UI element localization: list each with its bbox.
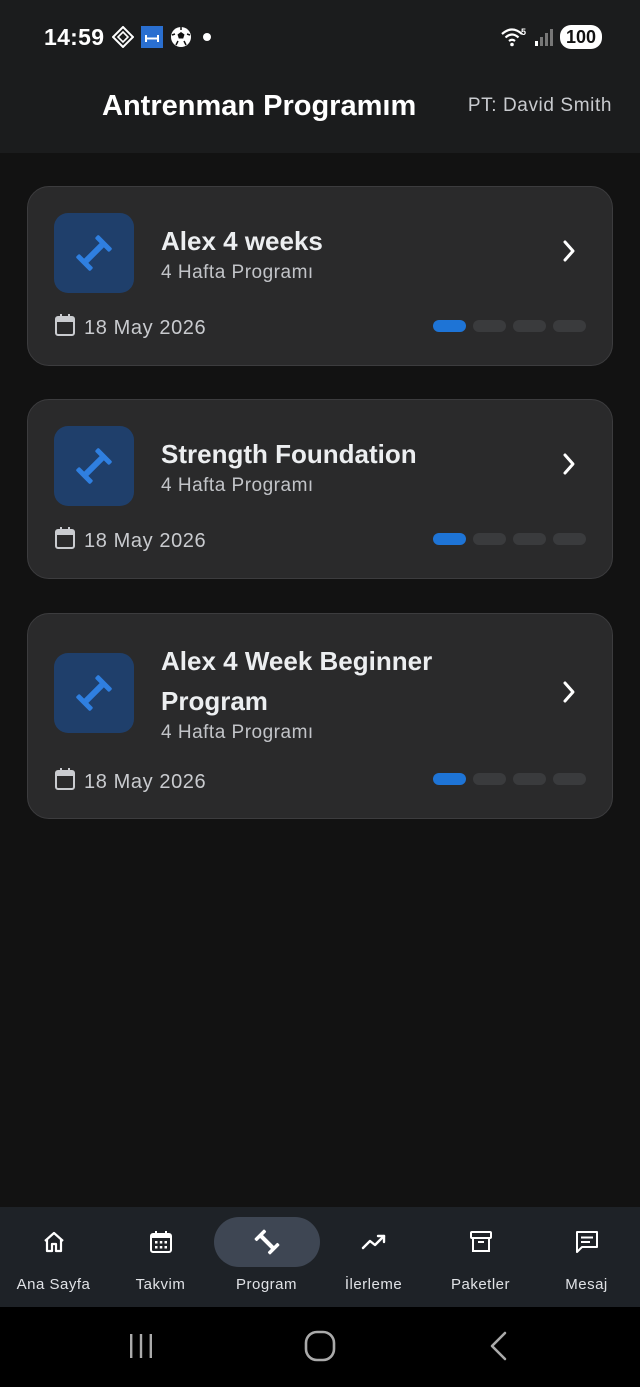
progress-segment-active: [433, 320, 466, 332]
progress-segment-active: [433, 533, 466, 545]
progress-segment: [473, 773, 506, 785]
status-bar: 14:59 5 100: [0, 0, 640, 76]
nav-item-ilerleme[interactable]: İlerleme: [320, 1207, 427, 1307]
progress-segment: [553, 533, 586, 545]
nav-item-program[interactable]: Program: [213, 1207, 320, 1307]
dumbbell-icon: [76, 448, 112, 484]
nav-item-takvim[interactable]: Takvim: [107, 1207, 214, 1307]
program-title: Alex 4 Week Beginner Program: [161, 646, 433, 716]
progress-indicator: [433, 320, 586, 332]
blue-calendar-icon: [141, 26, 163, 48]
program-date-text: 18 May 2026: [84, 529, 207, 552]
program-thumbnail: [54, 426, 134, 506]
dumbbell-icon: [76, 675, 112, 711]
home-icon: [43, 1231, 64, 1253]
progress-segment: [553, 773, 586, 785]
nav-active-indicator: [213, 1217, 320, 1267]
program-date: 18 May 2026: [54, 526, 206, 556]
program-card[interactable]: Alex 4 Week Beginner Program 4 Hafta Pro…: [27, 613, 613, 819]
nav-item-mesaj[interactable]: Mesaj: [533, 1207, 640, 1307]
status-notification-icons: [112, 26, 215, 48]
nav-label: Takvim: [135, 1276, 186, 1293]
nav-item-ana-sayfa[interactable]: Ana Sayfa: [0, 1207, 107, 1307]
program-date: 18 May 2026: [54, 313, 206, 343]
recent-apps-icon[interactable]: [126, 1331, 156, 1366]
trainer-label: PT: David Smith: [467, 95, 612, 116]
status-system-icons: 5 100: [500, 25, 602, 49]
program-thumbnail: [54, 213, 134, 293]
nav-label: Paketler: [450, 1276, 511, 1293]
program-date-text: 18 May 2026: [84, 770, 207, 793]
calendar-icon: [149, 1231, 172, 1253]
program-subtitle: 4 Hafta Programı: [161, 262, 314, 283]
progress-segment: [513, 773, 546, 785]
program-date: 18 May 2026: [54, 767, 206, 797]
app-header: Antrenman Programım PT: David Smith: [0, 76, 640, 153]
svg-text:5: 5: [521, 27, 526, 37]
chevron-right-icon: [562, 680, 576, 709]
program-thumbnail: [54, 653, 134, 733]
back-icon[interactable]: [487, 1330, 511, 1367]
progress-segment-active: [433, 773, 466, 785]
home-button-icon[interactable]: [303, 1329, 337, 1368]
program-title: Strength Foundation: [161, 439, 417, 469]
program-card[interactable]: Alex 4 weeks 4 Hafta Programı 18 May 202…: [27, 186, 613, 366]
battery-indicator: 100: [559, 25, 602, 49]
dumbbell-icon: [254, 1229, 279, 1255]
nav-label: Ana Sayfa: [16, 1276, 91, 1293]
chevron-right-icon: [562, 452, 576, 481]
calendar-icon: [54, 313, 76, 343]
progress-indicator: [433, 773, 586, 785]
wifi-icon: 5: [500, 26, 528, 48]
progress-segment: [513, 533, 546, 545]
progress-indicator: [433, 533, 586, 545]
nav-label: İlerleme: [344, 1276, 403, 1293]
signal-icon: [534, 27, 554, 47]
diamond-grid-icon: [112, 26, 134, 48]
calendar-icon: [54, 767, 76, 797]
program-title: Alex 4 weeks: [161, 226, 323, 256]
nav-label: Program: [235, 1276, 298, 1293]
system-navigation-bar: [0, 1307, 640, 1387]
progress-segment: [513, 320, 546, 332]
archive-box-icon: [469, 1231, 492, 1252]
progress-segment: [473, 533, 506, 545]
page-title: Antrenman Programım: [102, 90, 417, 122]
progress-segment: [553, 320, 586, 332]
message-icon: [575, 1231, 598, 1253]
program-subtitle: 4 Hafta Programı: [161, 722, 314, 743]
progress-segment: [473, 320, 506, 332]
status-time: 14:59: [44, 24, 105, 50]
program-date-text: 18 May 2026: [84, 316, 207, 339]
chevron-right-icon: [562, 239, 576, 268]
bottom-navigation: Ana Sayfa Takvim Program İlerleme Paketl…: [0, 1207, 640, 1307]
notification-dot-icon: [199, 29, 215, 45]
trending-up-icon: [361, 1234, 385, 1250]
program-subtitle: 4 Hafta Programı: [161, 475, 314, 496]
nav-item-paketler[interactable]: Paketler: [427, 1207, 534, 1307]
program-card[interactable]: Strength Foundation 4 Hafta Programı 18 …: [27, 399, 613, 579]
nav-label: Mesaj: [565, 1276, 608, 1293]
dumbbell-icon: [76, 235, 112, 271]
calendar-icon: [54, 526, 76, 556]
soccer-ball-icon: [170, 26, 192, 48]
